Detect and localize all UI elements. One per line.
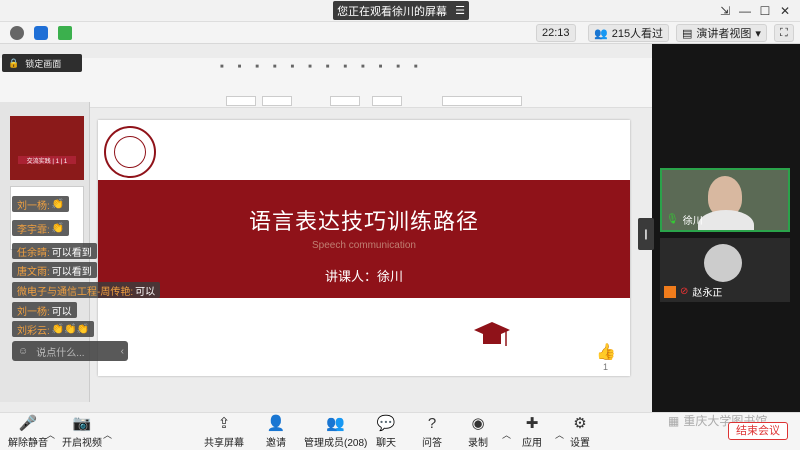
ribbon-box — [372, 96, 402, 106]
slide-subtitle: Speech communication — [312, 240, 416, 251]
chevron-up-icon[interactable]: ︿ — [555, 428, 564, 441]
ribbon-box — [442, 96, 522, 106]
shirt-shape — [698, 210, 754, 230]
share-icon: ⇪ — [217, 415, 231, 432]
microphone-icon: 🎤 — [18, 415, 38, 432]
mic-on-icon: 🎙 — [666, 214, 679, 225]
ribbon-box — [330, 96, 360, 106]
ribbon-box — [262, 96, 292, 106]
chevron-down-icon: ▾ — [755, 27, 761, 40]
apps-icon: ✚ — [525, 415, 539, 432]
qa-button[interactable]: ? 问答 — [422, 414, 442, 450]
meeting-clock: 22:13 — [536, 24, 576, 42]
record-icon: ◉ — [471, 415, 485, 432]
slide-lecturer: 讲课人：徐川 — [324, 269, 403, 284]
chevron-up-icon[interactable]: ︿ — [103, 428, 112, 441]
unmute-button[interactable]: 🎤 解除静音 — [8, 414, 48, 449]
start-video-button[interactable]: 📷 开启视频 — [62, 414, 102, 449]
lock-screen-badge[interactable]: 🔒 锁定画面 — [2, 54, 82, 72]
menu-icon[interactable]: ☰ — [455, 4, 465, 17]
chevron-up-icon[interactable]: ︿ — [502, 428, 511, 441]
invite-button[interactable]: 👤 邀请 — [266, 414, 286, 449]
close-icon[interactable]: ✕ — [776, 3, 794, 19]
document-toolbar: ■ ■ ■ ■ ■ ■ ■ ■ ■ ■ ■ ■ — [0, 58, 652, 108]
university-seal-icon — [104, 126, 156, 178]
library-logo-icon: ▦ — [668, 413, 680, 428]
chat-message: 刘一杨: 👏 — [12, 196, 70, 212]
chat-input[interactable]: ☺ 说点什么... ‹ — [12, 341, 128, 361]
user-icon — [664, 285, 676, 298]
mic-muted-icon: ⊘ — [680, 286, 689, 297]
meeting-info-bar: 22:13 👥 215人看过 ▤ 演讲者视图 ▾ ⛶ — [0, 22, 800, 44]
chat-message: 微电子与通信工程-周传艳: 可以 — [12, 282, 161, 298]
viewers-icon: 👥 — [594, 27, 608, 40]
view-mode-icon: ▤ — [682, 27, 693, 40]
record-button[interactable]: ◉ 录制 — [468, 414, 488, 449]
graduation-cap-icon — [474, 322, 510, 346]
video-name-tag: 🎙 徐川 — [666, 212, 703, 227]
chat-message: 刘彩云: 👏👏👏 — [12, 321, 95, 337]
lock-icon: 🔒 — [8, 57, 20, 68]
apps-button[interactable]: ✚ 应用 — [522, 414, 542, 449]
viewers-count[interactable]: 👥 215人看过 — [588, 24, 670, 42]
members-icon: 👥 — [326, 415, 346, 432]
video-tile-speaker[interactable]: 🎙 徐川 — [660, 168, 790, 232]
share-screen-button[interactable]: ⇪ 共享屏幕 — [204, 414, 244, 449]
manage-members-button[interactable]: 👥 管理成员(208) — [304, 414, 367, 449]
presentation-slide: 语言表达技巧训练路径 Speech communication 讲课人：徐川 👍… — [98, 120, 630, 376]
chat-button[interactable]: 💬 聊天 — [376, 414, 396, 449]
chevron-up-icon[interactable]: ︿ — [46, 428, 55, 441]
title-pill[interactable]: 您正在观看徐川的屏幕 ☰ — [333, 1, 469, 20]
slide-thumbnail-1[interactable]: 交流实践 | 1 | 1 — [10, 116, 84, 180]
lock-screen-label: 锁定画面 — [25, 58, 62, 69]
shield-icon[interactable] — [34, 26, 48, 40]
settings-button[interactable]: ⚙ 设置 — [570, 414, 590, 449]
title-bar: 您正在观看徐川的屏幕 ☰ ⇲ — ☐ ✕ — [0, 0, 800, 22]
slide-number: 1 — [602, 362, 608, 372]
invite-icon: 👤 — [266, 415, 286, 432]
chat-icon: 💬 — [376, 415, 396, 432]
view-mode-label: 演讲者视图 — [696, 28, 752, 40]
info-icon[interactable] — [10, 26, 24, 40]
like-icon[interactable]: 👍 — [596, 342, 616, 362]
window-title: 您正在观看徐川的屏幕 — [337, 5, 448, 18]
chat-message: 任余晴: 可以看到 — [12, 243, 97, 259]
ribbon-tabs: ■ ■ ■ ■ ■ ■ ■ ■ ■ ■ ■ ■ — [220, 64, 418, 70]
thumb-label: 交流实践 | 1 | 1 — [18, 156, 76, 165]
minimize-icon[interactable]: — — [736, 3, 754, 19]
qa-icon: ? — [427, 414, 437, 432]
gear-icon: ⚙ — [573, 415, 587, 432]
panel-toggle-handle[interactable]: ❙ — [638, 218, 654, 250]
video-name-tag: ⊘ 赵永正 — [664, 284, 722, 299]
chat-message: 唐文雨: 可以看到 — [12, 262, 97, 278]
camera-icon: 📷 — [72, 415, 92, 432]
participant-name: 徐川 — [682, 216, 703, 227]
chevron-left-icon[interactable]: ‹ — [121, 346, 124, 357]
signal-icon[interactable] — [58, 26, 72, 40]
chat-message: 李宇霏: 👏 — [12, 220, 70, 236]
title-banner: 语言表达技巧训练路径 Speech communication 讲课人：徐川 — [98, 180, 630, 298]
maximize-icon[interactable]: ☐ — [756, 3, 774, 19]
pin-icon[interactable]: ⇲ — [716, 3, 734, 19]
participant-name: 赵永正 — [692, 288, 723, 299]
ribbon-box — [226, 96, 256, 106]
chat-input-placeholder: 说点什么... — [36, 347, 85, 359]
clock-label: 22:13 — [542, 27, 570, 39]
video-tile-participant[interactable]: ⊘ 赵永正 — [660, 238, 790, 302]
end-meeting-button[interactable]: 结束会议 — [728, 422, 788, 440]
fullscreen-button[interactable]: ⛶ — [774, 24, 794, 42]
chat-message: 刘一杨: 可以 — [12, 302, 77, 318]
view-mode-button[interactable]: ▤ 演讲者视图 ▾ — [676, 24, 767, 42]
emoji-icon[interactable]: ☺ — [18, 346, 28, 357]
avatar — [704, 244, 742, 282]
viewers-label: 215人看过 — [611, 28, 664, 40]
slide-title: 语言表达技巧训练路径 — [248, 210, 479, 235]
